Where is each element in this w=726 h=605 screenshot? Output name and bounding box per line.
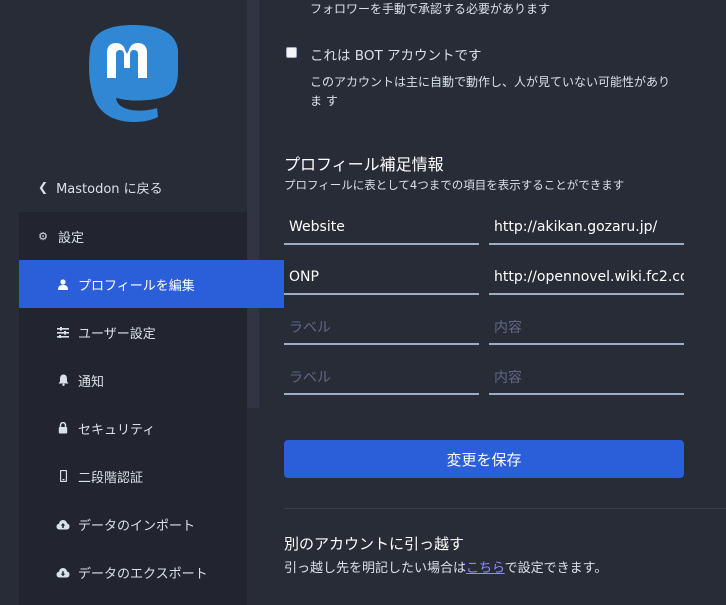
nav-item-label: データのインポート xyxy=(78,518,196,534)
mastodon-logo-icon[interactable] xyxy=(84,22,182,128)
field-label-input[interactable]: ラベル xyxy=(284,361,479,395)
bell-icon xyxy=(56,374,70,386)
nav-item-data-export[interactable]: データのエクスポート xyxy=(19,548,284,596)
move-account-link[interactable]: こちら xyxy=(466,561,505,576)
nav-item-edit-profile[interactable]: プロフィールを編集 xyxy=(19,260,284,308)
move-text-before: 引っ越し先を明記したい場合は xyxy=(284,561,467,576)
cloud-download-icon xyxy=(56,567,70,578)
nav-item-label: プロフィールを編集 xyxy=(78,278,195,294)
nav-item-two-factor-auth[interactable]: 二段階認証 xyxy=(19,452,284,500)
cloud-upload-icon xyxy=(56,519,70,530)
nav-item-settings[interactable]: ⚙ 設定 xyxy=(19,212,264,260)
bot-checkbox-label[interactable]: これは BOT アカウントです xyxy=(310,44,481,64)
field-value-input[interactable]: http://akikan.gozaru.jp/ xyxy=(489,211,684,245)
move-text-after: で設定できます。 xyxy=(504,561,608,576)
gear-icon: ⚙ xyxy=(38,229,48,243)
profile-metadata-title: プロフィール補足情報 xyxy=(284,155,444,174)
settings-nav: ⚙ 設定 プロフィールを編集 ユーザー設定 通知 セキュリティ 二段階認証 デー… xyxy=(19,212,284,605)
field-value-input[interactable]: http://opennovel.wiki.fc2.com/ xyxy=(489,261,684,295)
field-label-input[interactable]: Website xyxy=(284,211,479,245)
field-value-input[interactable]: 内容 xyxy=(489,311,684,345)
locked-account-hint: フォロワーを手動で承認する必要があります xyxy=(310,2,551,16)
move-account-text: 引っ越し先を明記したい場合はこちらで設定できます。 xyxy=(284,557,607,576)
nav-item-security[interactable]: セキュリティ xyxy=(19,404,284,452)
divider xyxy=(284,508,726,509)
move-account-title: 別のアカウントに引っ越す xyxy=(284,535,465,553)
bot-checkbox[interactable] xyxy=(286,47,297,58)
nav-item-data-import[interactable]: データのインポート xyxy=(19,500,284,548)
chevron-left-icon: ❮ xyxy=(38,180,49,194)
bot-hint: このアカウントは主に自動で動作し、人が見ていない可能性がありま す xyxy=(310,75,671,108)
profile-metadata-hint: プロフィールに表として4つまでの項目を表示することができます xyxy=(284,178,625,192)
nav-item-label: データのエクスポート xyxy=(78,566,208,582)
nav-item-notifications[interactable]: 通知 xyxy=(19,356,284,404)
main-content: フォロワーを手動で承認する必要があります これは BOT アカウントです このア… xyxy=(259,0,726,605)
field-label-input[interactable]: ONP xyxy=(284,261,479,295)
field-value-input[interactable]: 内容 xyxy=(489,361,684,395)
back-to-mastodon-link[interactable]: ❮ Mastodon に戻る xyxy=(38,176,163,198)
save-changes-button[interactable]: 変更を保存 xyxy=(284,440,684,478)
nav-item-label: 設定 xyxy=(58,230,85,246)
nav-item-label: 通知 xyxy=(78,374,105,390)
sliders-icon xyxy=(56,326,70,338)
nav-item-label: ユーザー設定 xyxy=(78,326,156,342)
mobile-icon xyxy=(56,470,70,482)
nav-item-user-preferences[interactable]: ユーザー設定 xyxy=(19,308,284,356)
user-icon xyxy=(56,278,70,290)
field-label-input[interactable]: ラベル xyxy=(284,311,479,345)
sidebar: ❮ Mastodon に戻る ⚙ 設定 プロフィールを編集 ユーザー設定 通知 xyxy=(0,0,284,605)
nav-item-label: 二段階認証 xyxy=(78,470,144,486)
back-link-label: Mastodon に戻る xyxy=(56,181,163,197)
nav-item-label: セキュリティ xyxy=(78,422,156,438)
lock-icon xyxy=(56,422,70,434)
